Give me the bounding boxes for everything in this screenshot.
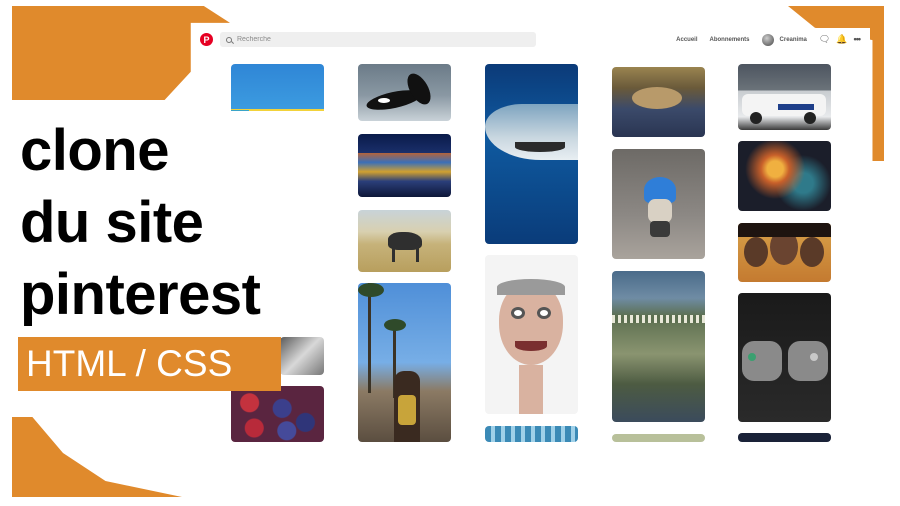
pin-palm-trees-crowd[interactable]	[358, 283, 451, 442]
messages-icon[interactable]: 🗨	[819, 35, 830, 44]
pin-tattooed-hands[interactable]	[738, 293, 831, 422]
more-options-icon[interactable]: •••	[854, 35, 862, 44]
pin-col5-bottom[interactable]	[738, 433, 831, 442]
pin-shark[interactable]	[485, 64, 578, 244]
nav-subscriptions-link[interactable]: Abonnements	[710, 37, 750, 43]
pin-funny-face[interactable]	[485, 255, 578, 414]
title-line-1: clone	[20, 118, 170, 183]
pin-wildebeest[interactable]	[358, 210, 451, 272]
title-line-3: pinterest	[20, 262, 261, 327]
search-icon	[226, 36, 232, 43]
orange-shape-bottom-left	[12, 417, 182, 497]
top-nav: Accueil Abonnements Creanima 🗨 🔔 •••	[676, 32, 862, 47]
pin-hand-closeup[interactable]	[280, 337, 324, 375]
pin-glass-building[interactable]	[485, 426, 578, 442]
notifications-bell-icon[interactable]: 🔔	[836, 35, 847, 44]
top-bar: P Accueil Abonnements Creanima 🗨 🔔 •••	[196, 28, 870, 50]
pin-octopus[interactable]	[612, 67, 705, 137]
pin-berries[interactable]	[231, 386, 324, 442]
pin-smiling-women[interactable]	[738, 223, 831, 282]
pin-galaxy[interactable]	[738, 141, 831, 211]
pin-orcas[interactable]	[358, 64, 451, 121]
subtitle-banner: HTML / CSS	[18, 337, 281, 391]
search-bar[interactable]	[220, 32, 536, 47]
avatar[interactable]	[761, 33, 774, 46]
pin-container-ship[interactable]	[358, 134, 451, 197]
pinterest-logo-icon[interactable]: P	[200, 33, 213, 46]
title-line-2: du site	[20, 190, 204, 255]
subtitle-text: HTML / CSS	[26, 343, 233, 384]
pin-police-car[interactable]	[738, 64, 831, 130]
pin-col4-bottom[interactable]	[612, 434, 705, 442]
pin-crocodile[interactable]	[612, 271, 705, 422]
nav-home-link[interactable]: Accueil	[676, 37, 697, 43]
pin-helmet-figurine[interactable]	[612, 149, 705, 259]
user-name-link[interactable]: Creanima	[780, 37, 807, 43]
search-input[interactable]	[237, 36, 517, 43]
